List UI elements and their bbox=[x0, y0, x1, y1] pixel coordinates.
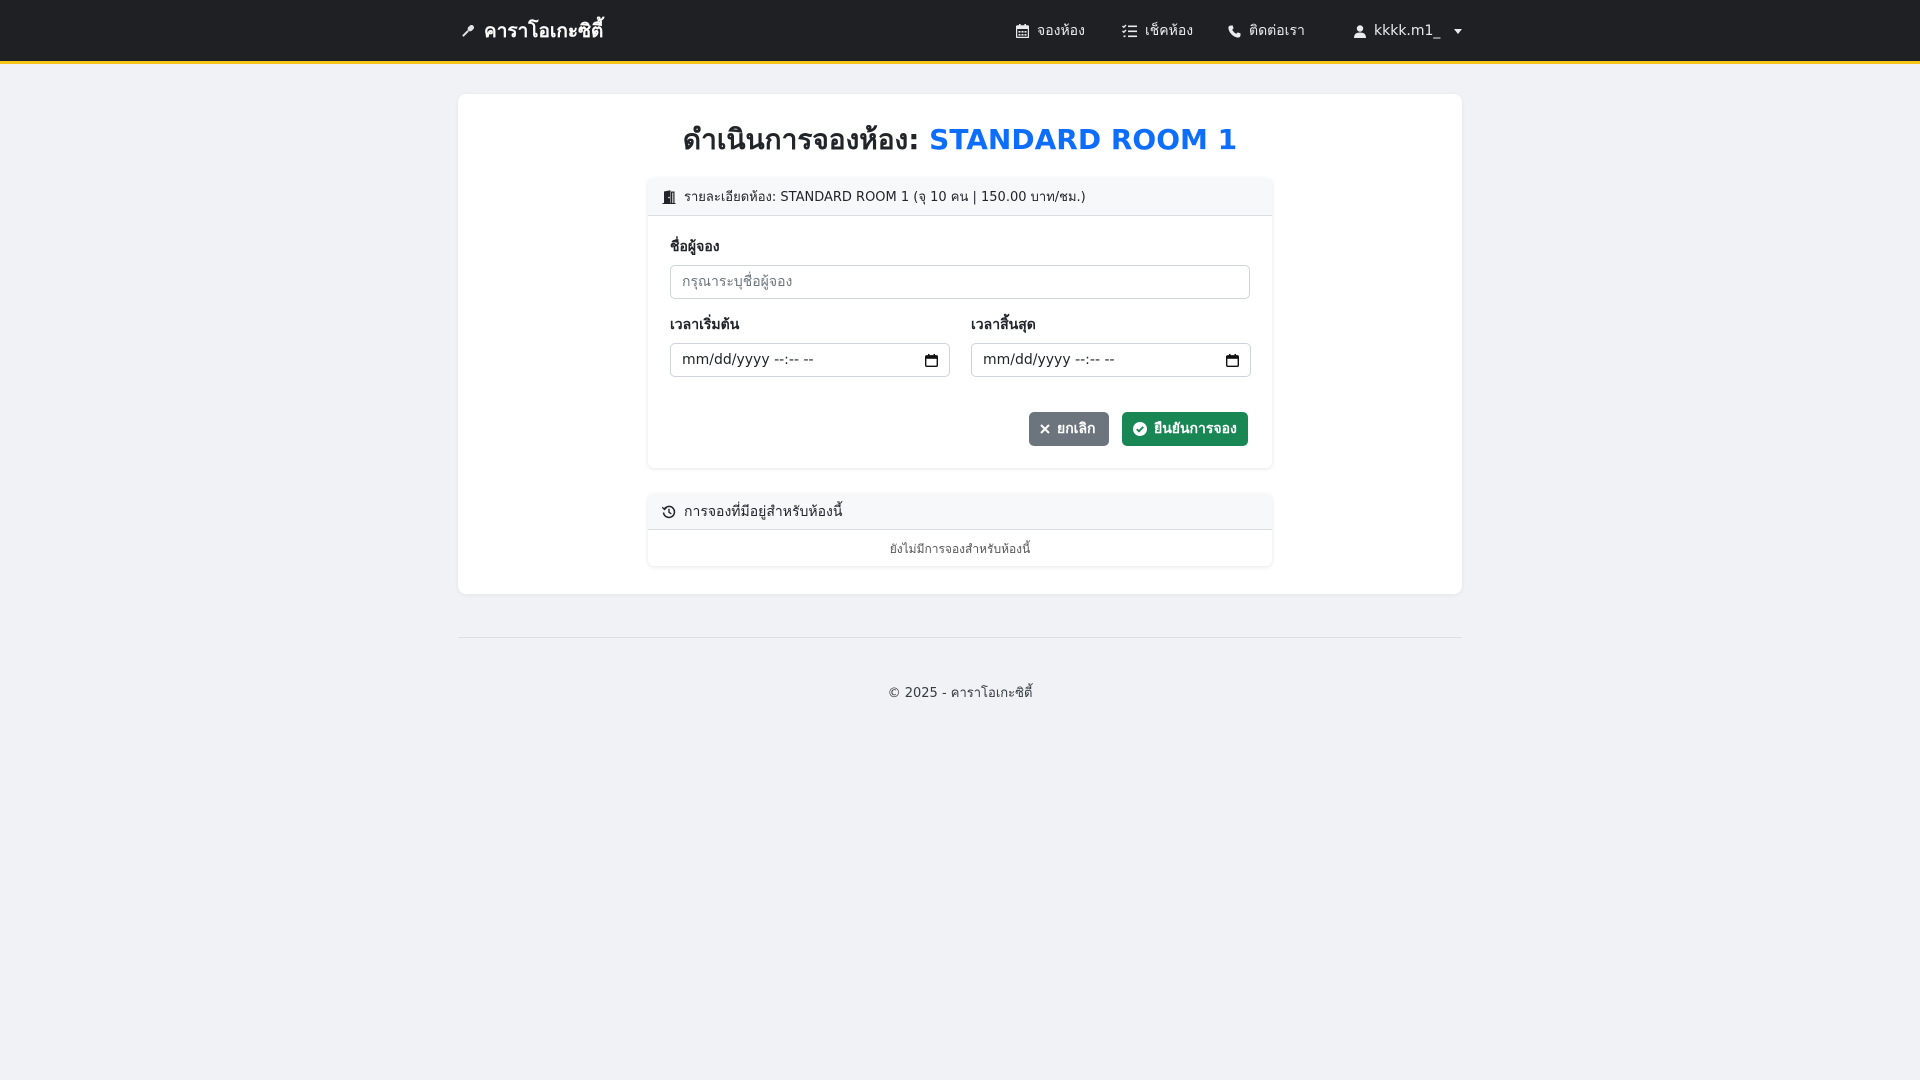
end-time-value: mm/dd/yyyy --:-- -- bbox=[983, 352, 1115, 368]
brand-link[interactable]: คาราโอเกะซิตี้ bbox=[460, 17, 603, 45]
navbar: คาราโอเกะซิตี้ จองห้อง เช็คห้อง ติดต่อเร… bbox=[0, 0, 1920, 64]
room-details-header: รายละเอียดห้อง: STANDARD ROOM 1 (จุ 10 ค… bbox=[648, 178, 1272, 216]
existing-bookings-header: การจองที่มีอยู่สำหรับห้องนี้ bbox=[648, 494, 1272, 530]
footer-copyright: © 2025 - คาราโอเกะซิตี้ bbox=[887, 686, 1033, 701]
cancel-button[interactable]: ยกเลิก bbox=[1029, 412, 1109, 446]
check-circle-icon bbox=[1133, 422, 1147, 436]
cancel-button-label: ยกเลิก bbox=[1057, 421, 1096, 437]
empty-bookings-message: ยังไม่มีการจองสำหรับห้องนี้ bbox=[889, 542, 1031, 556]
start-time-input[interactable]: mm/dd/yyyy --:-- -- bbox=[670, 343, 950, 377]
existing-bookings-title: การจองที่มีอยู่สำหรับห้องนี้ bbox=[684, 503, 843, 520]
start-time-label: เวลาเริ่มต้น bbox=[670, 317, 740, 333]
calendar-picker-icon[interactable] bbox=[1226, 353, 1239, 367]
history-icon bbox=[662, 505, 676, 519]
start-time-value: mm/dd/yyyy --:-- -- bbox=[682, 352, 814, 368]
room-details-text: รายละเอียดห้อง: STANDARD ROOM 1 (จุ 10 ค… bbox=[684, 190, 1086, 205]
confirm-booking-button[interactable]: ยืนยันการจอง bbox=[1122, 412, 1248, 446]
confirm-button-label: ยืนยันการจอง bbox=[1154, 421, 1237, 437]
booking-form-panel: รายละเอียดห้อง: STANDARD ROOM 1 (จุ 10 ค… bbox=[648, 178, 1272, 468]
name-label: ชื่อผู้จอง bbox=[670, 239, 720, 255]
list-check-icon bbox=[1122, 24, 1137, 38]
page-title-room: STANDARD ROOM 1 bbox=[929, 123, 1238, 156]
footer-divider bbox=[458, 637, 1462, 638]
microphone-icon bbox=[460, 23, 476, 39]
nav-check-room[interactable]: เช็คห้อง bbox=[1122, 19, 1193, 43]
user-name: kkkk.m1_ bbox=[1374, 23, 1441, 39]
calendar-picker-icon[interactable] bbox=[925, 353, 938, 367]
phone-icon bbox=[1228, 24, 1241, 38]
nav-book-room[interactable]: จองห้อง bbox=[1016, 19, 1085, 43]
brand-label: คาราโอเกะซิตี้ bbox=[484, 20, 604, 42]
booker-name-input[interactable] bbox=[670, 265, 1250, 299]
nav-book-label: จองห้อง bbox=[1037, 23, 1085, 39]
calendar-icon bbox=[1016, 24, 1029, 38]
chevron-down-icon bbox=[1454, 28, 1463, 34]
close-icon bbox=[1040, 424, 1050, 434]
user-icon bbox=[1354, 24, 1366, 38]
booking-card: ดำเนินการจองห้อง: STANDARD ROOM 1 รายละเ… bbox=[458, 94, 1462, 594]
door-icon bbox=[662, 189, 676, 204]
end-time-label: เวลาสิ้นสุด bbox=[971, 317, 1036, 333]
end-time-input[interactable]: mm/dd/yyyy --:-- -- bbox=[971, 343, 1251, 377]
user-menu-dropdown[interactable]: kkkk.m1_ bbox=[1354, 19, 1463, 43]
nav-contact[interactable]: ติดต่อเรา bbox=[1228, 19, 1305, 43]
existing-bookings-panel: การจองที่มีอยู่สำหรับห้องนี้ ยังไม่มีการ… bbox=[648, 494, 1272, 566]
page-title-prefix: ดำเนินการจองห้อง: bbox=[682, 123, 920, 156]
nav-contact-label: ติดต่อเรา bbox=[1249, 23, 1305, 39]
nav-check-label: เช็คห้อง bbox=[1145, 23, 1194, 39]
page-title: ดำเนินการจองห้อง: STANDARD ROOM 1 bbox=[458, 118, 1462, 162]
